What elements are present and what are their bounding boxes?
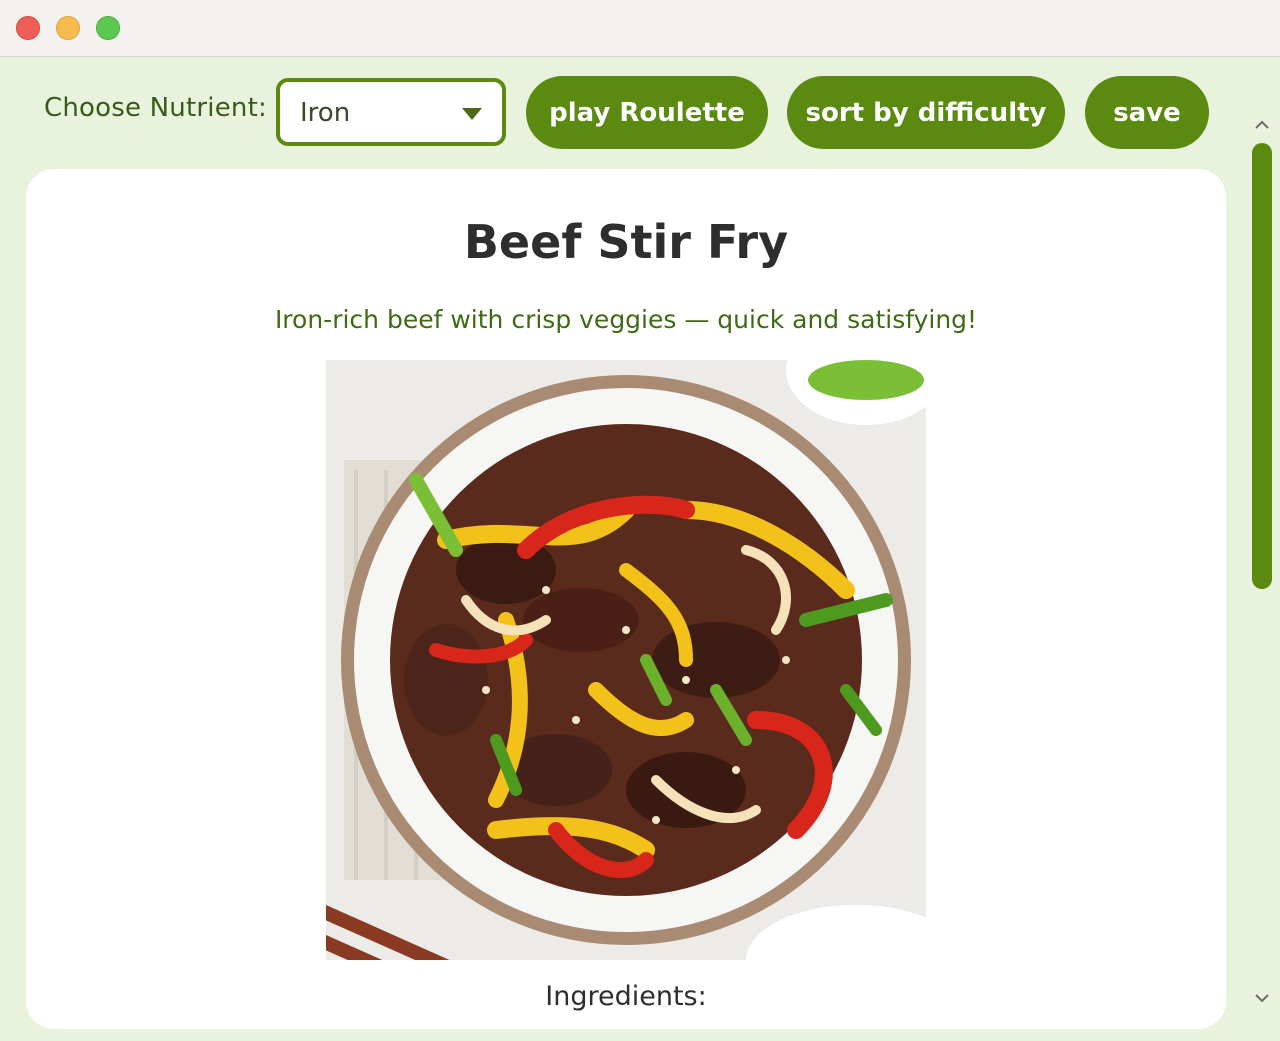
zoom-window-button[interactable] — [96, 16, 120, 40]
nutrient-select-value: Iron — [300, 98, 351, 128]
ingredients-heading: Ingredients: — [545, 981, 707, 1012]
save-button[interactable]: save — [1085, 76, 1209, 149]
scroll-down-icon[interactable] — [1254, 990, 1270, 1006]
nutrient-select[interactable]: Iron — [276, 78, 506, 146]
app-content: Choose Nutrient: Iron play Roulette sort… — [0, 57, 1280, 1029]
scrollbar-thumb[interactable] — [1252, 143, 1272, 589]
recipe-title: Beef Stir Fry — [463, 215, 789, 269]
nutrient-label: Choose Nutrient: — [44, 93, 267, 123]
chevron-down-icon — [462, 108, 482, 120]
minimize-window-button[interactable] — [56, 16, 80, 40]
recipe-subtitle: Iron-rich beef with crisp veggies — quic… — [274, 305, 978, 334]
scroll-up-icon[interactable] — [1254, 117, 1270, 133]
sort-by-difficulty-button[interactable]: sort by difficulty — [787, 76, 1065, 149]
close-window-button[interactable] — [16, 16, 40, 40]
beef-stir-fry-image — [326, 360, 926, 960]
recipe-card: Beef Stir Fry Iron-rich beef with crisp … — [26, 169, 1226, 1029]
window-titlebar — [0, 0, 1280, 57]
play-roulette-button[interactable]: play Roulette — [526, 76, 768, 149]
recipe-photo — [326, 360, 926, 960]
